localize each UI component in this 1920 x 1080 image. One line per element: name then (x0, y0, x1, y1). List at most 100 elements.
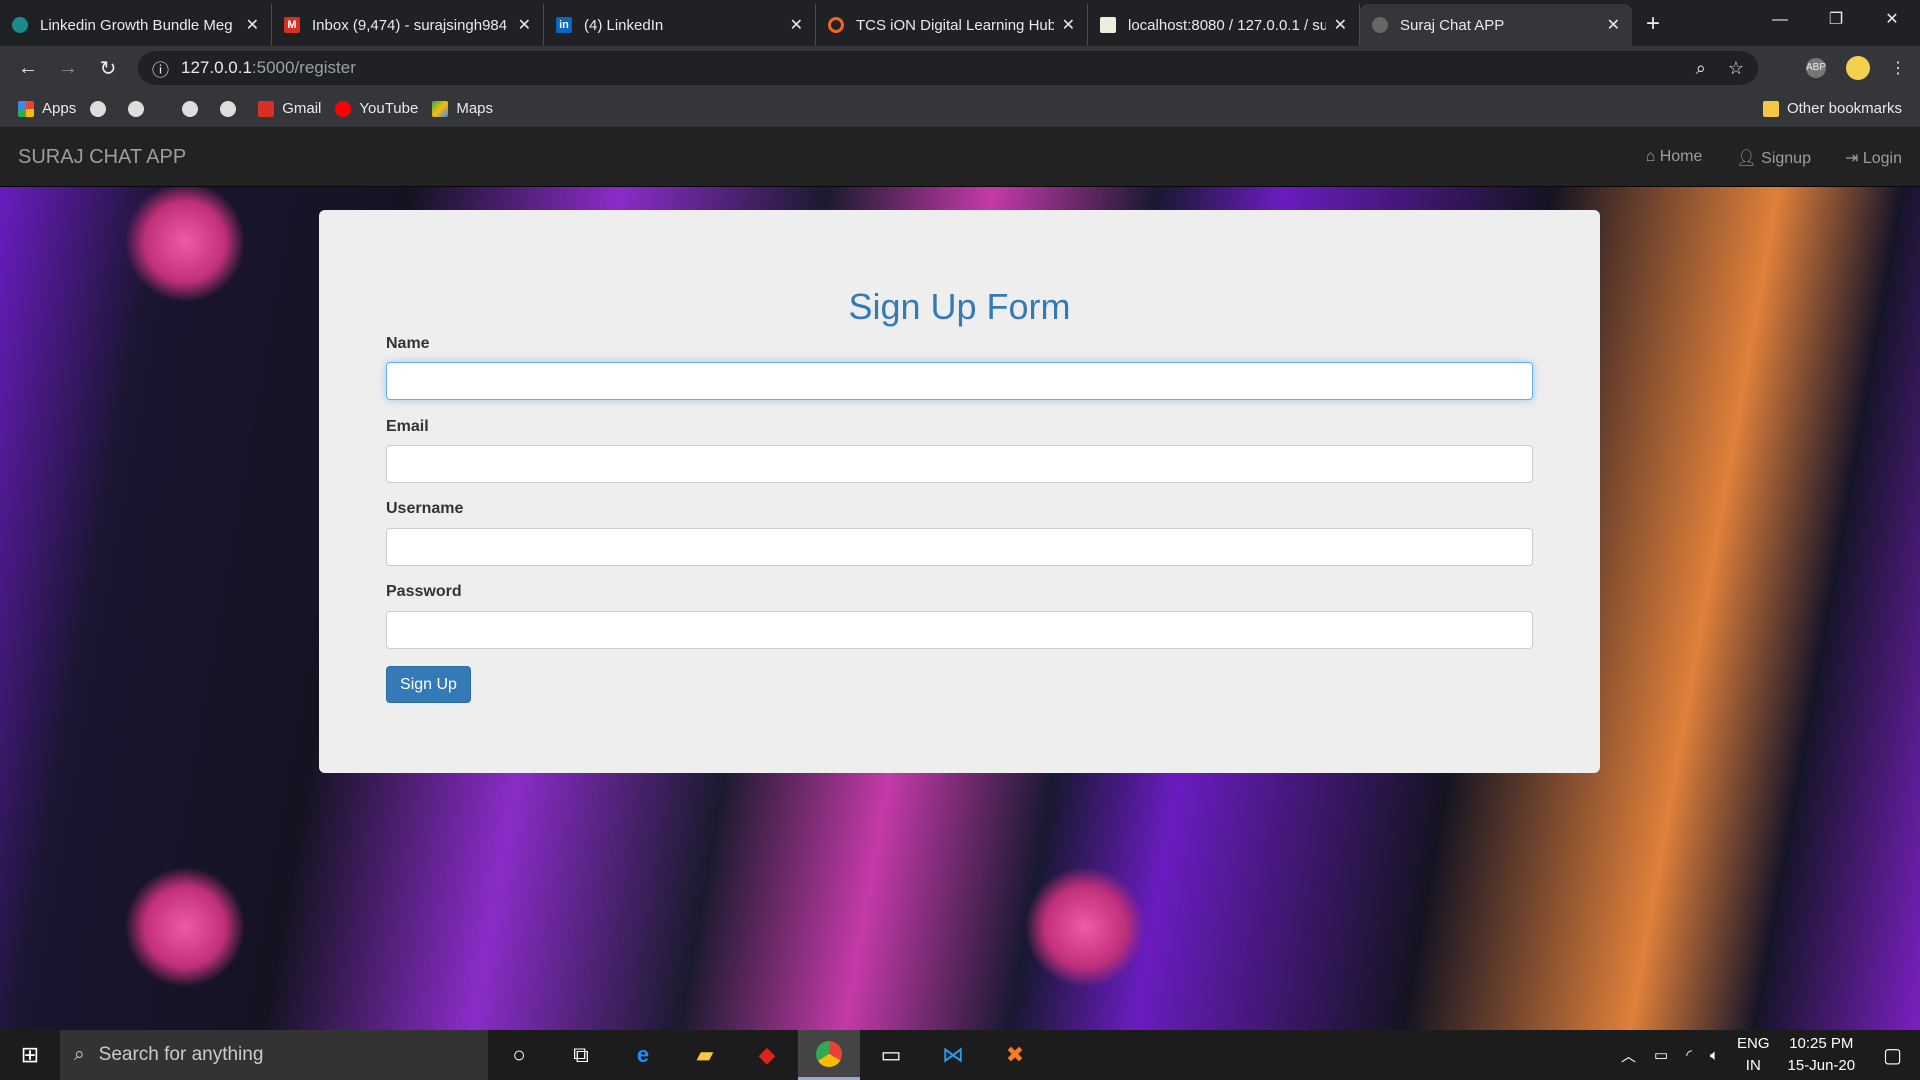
browser-tab[interactable]: localhost:8080 / 127.0.0.1 / su ✕ (1088, 4, 1360, 46)
maps-icon (432, 101, 449, 118)
bookmark-label: YouTube (359, 99, 419, 117)
browser-tab[interactable]: M Inbox (9,474) - surajsingh984 ✕ (272, 4, 544, 46)
globe-icon[interactable] (90, 100, 107, 117)
tcs-icon (828, 17, 844, 33)
nav-signup[interactable]: 👤︎ Signup (1736, 148, 1811, 168)
close-tab-icon[interactable]: ✕ (246, 15, 259, 35)
name-input[interactable] (386, 362, 1533, 400)
reload-icon[interactable]: ↻ (88, 56, 128, 81)
clock-time: 10:25 PM (1789, 1035, 1854, 1052)
region-code: IN (1745, 1057, 1761, 1074)
forward-icon[interactable]: → (48, 57, 88, 80)
new-tab-button[interactable]: + (1646, 10, 1660, 38)
bookmark-gmail[interactable]: Gmail (258, 100, 321, 118)
close-tab-icon[interactable]: ✕ (518, 15, 531, 35)
show-hidden-icons[interactable]: ︿ (1621, 1045, 1636, 1066)
cortana-icon[interactable]: ○ (488, 1030, 550, 1080)
youtube-icon (335, 101, 352, 118)
other-bookmarks[interactable]: Other bookmarks (1762, 99, 1902, 118)
terminal-icon[interactable]: ▭ (860, 1030, 922, 1080)
zoom-icon[interactable]: ⌕ (1696, 58, 1706, 79)
home-icon: ⌂ (1645, 147, 1656, 165)
tab-title: Suraj Chat APP (1400, 16, 1505, 34)
bookmark-youtube[interactable]: YouTube (335, 99, 419, 118)
windows-taskbar: ⊞ ⌕ Search for anything ○ ⧉ e ▰ ◆ ▭ ⋈ ✖ ︿… (0, 1030, 1920, 1080)
browser-tab[interactable]: TCS iON Digital Learning Hub ✕ (816, 4, 1088, 46)
password-label: Password (386, 583, 462, 600)
browser-tab-active[interactable]: Suraj Chat APP ✕ (1360, 4, 1632, 46)
task-view-icon[interactable]: ⧉ (550, 1030, 612, 1080)
vscode-icon[interactable]: ⋈ (922, 1030, 984, 1080)
form-title: Sign Up Form (848, 286, 1071, 327)
globe-icon[interactable] (220, 100, 237, 117)
restore-icon[interactable]: ❐ (1808, 0, 1864, 40)
tab-favicon-icon (12, 17, 28, 33)
app-icon[interactable]: ◆ (736, 1030, 798, 1080)
close-tab-icon[interactable]: ✕ (790, 15, 803, 35)
close-tab-icon[interactable]: ✕ (1062, 15, 1075, 35)
user-icon: 👤︎ (1736, 149, 1757, 167)
file-explorer-icon[interactable]: ▰ (674, 1030, 736, 1080)
globe-icon[interactable] (128, 100, 145, 117)
bookmark-star-icon[interactable]: ☆ (1728, 58, 1744, 79)
nav-home[interactable]: ⌂ Home (1646, 148, 1703, 168)
apps-grid-icon (18, 101, 34, 118)
tab-strip: Linkedin Growth Bundle Meg ✕ M Inbox (9,47… (0, 0, 1920, 46)
tab-title: (4) LinkedIn (584, 16, 664, 34)
tab-title: Inbox (9,474) - surajsingh984 (312, 16, 508, 34)
sign-up-button[interactable]: Sign Up (386, 666, 471, 703)
email-input[interactable] (386, 445, 1533, 483)
xampp-icon[interactable]: ✖ (984, 1030, 1046, 1080)
battery-icon[interactable]: ▭ (1654, 1046, 1668, 1064)
folder-icon (1762, 101, 1779, 118)
taskbar-search[interactable]: ⌕ Search for anything (60, 1030, 488, 1080)
menu-icon[interactable]: ⋮ (1890, 58, 1906, 78)
edge-icon[interactable]: e (612, 1030, 674, 1080)
bookmark-maps[interactable]: Maps (432, 100, 493, 118)
email-label: Email (386, 418, 429, 435)
windows-start-icon[interactable]: ⊞ (0, 1042, 60, 1068)
tab-title: localhost:8080 / 127.0.0.1 / su (1128, 16, 1326, 34)
username-input[interactable] (386, 528, 1533, 566)
close-tab-icon[interactable]: ✕ (1334, 15, 1347, 35)
nav-label: Signup (1761, 149, 1811, 167)
bookmarks-bar: Apps Gmail YouTube Maps Other bookmarks (0, 90, 1920, 128)
app-navbar: SURAJ CHAT APP ⌂ Home 👤︎ Signup ⇥ Login (0, 129, 1920, 187)
lang-code: ENG (1737, 1035, 1770, 1052)
volume-icon[interactable]: 🔈︎ (1710, 1047, 1719, 1064)
globe-icon[interactable] (182, 100, 199, 117)
close-tab-icon[interactable]: ✕ (1607, 15, 1620, 35)
info-icon[interactable]: ⓘ (152, 56, 169, 81)
adblock-icon[interactable]: ABP (1806, 58, 1826, 78)
navbar-brand[interactable]: SURAJ CHAT APP (18, 146, 186, 169)
address-bar[interactable]: ⓘ 127.0.0.1:5000/register ⌕ ☆ (138, 51, 1758, 85)
notifications-icon[interactable]: ▢ (1883, 1043, 1902, 1068)
minimize-icon[interactable]: — (1752, 0, 1808, 40)
chrome-icon[interactable] (798, 1030, 860, 1080)
wifi-icon[interactable]: ◜ (1686, 1046, 1692, 1064)
tab-title: Linkedin Growth Bundle Meg (40, 16, 233, 34)
nav-login[interactable]: ⇥ Login (1845, 148, 1902, 168)
bookmark-label: Apps (42, 99, 77, 117)
search-placeholder: Search for anything (98, 1044, 264, 1065)
profile-avatar[interactable] (1846, 56, 1870, 80)
browser-tab[interactable]: in (4) LinkedIn ✕ (544, 4, 816, 46)
linkedin-icon: in (556, 17, 572, 33)
close-window-icon[interactable]: ✕ (1864, 0, 1920, 40)
language-indicator[interactable]: ENG IN (1737, 1033, 1770, 1077)
login-icon: ⇥ (1844, 149, 1859, 167)
back-icon[interactable]: ← (8, 57, 48, 80)
search-icon: ⌕ (74, 1044, 85, 1065)
name-label: Name (386, 335, 430, 352)
password-input[interactable] (386, 611, 1533, 649)
clock-date: 15-Jun-20 (1787, 1057, 1856, 1074)
url-path: :5000/register (251, 58, 356, 77)
tab-title: TCS iON Digital Learning Hub (856, 16, 1054, 34)
bookmark-label: Other bookmarks (1786, 99, 1902, 117)
phpmyadmin-icon (1100, 17, 1116, 33)
globe-icon (1372, 17, 1388, 33)
browser-tab[interactable]: Linkedin Growth Bundle Meg ✕ (0, 4, 272, 46)
bookmark-apps[interactable]: Apps (18, 99, 77, 118)
clock[interactable]: 10:25 PM 15-Jun-20 (1788, 1033, 1856, 1077)
signup-form: Sign Up Form Name Email Username Passwor… (319, 210, 1600, 773)
